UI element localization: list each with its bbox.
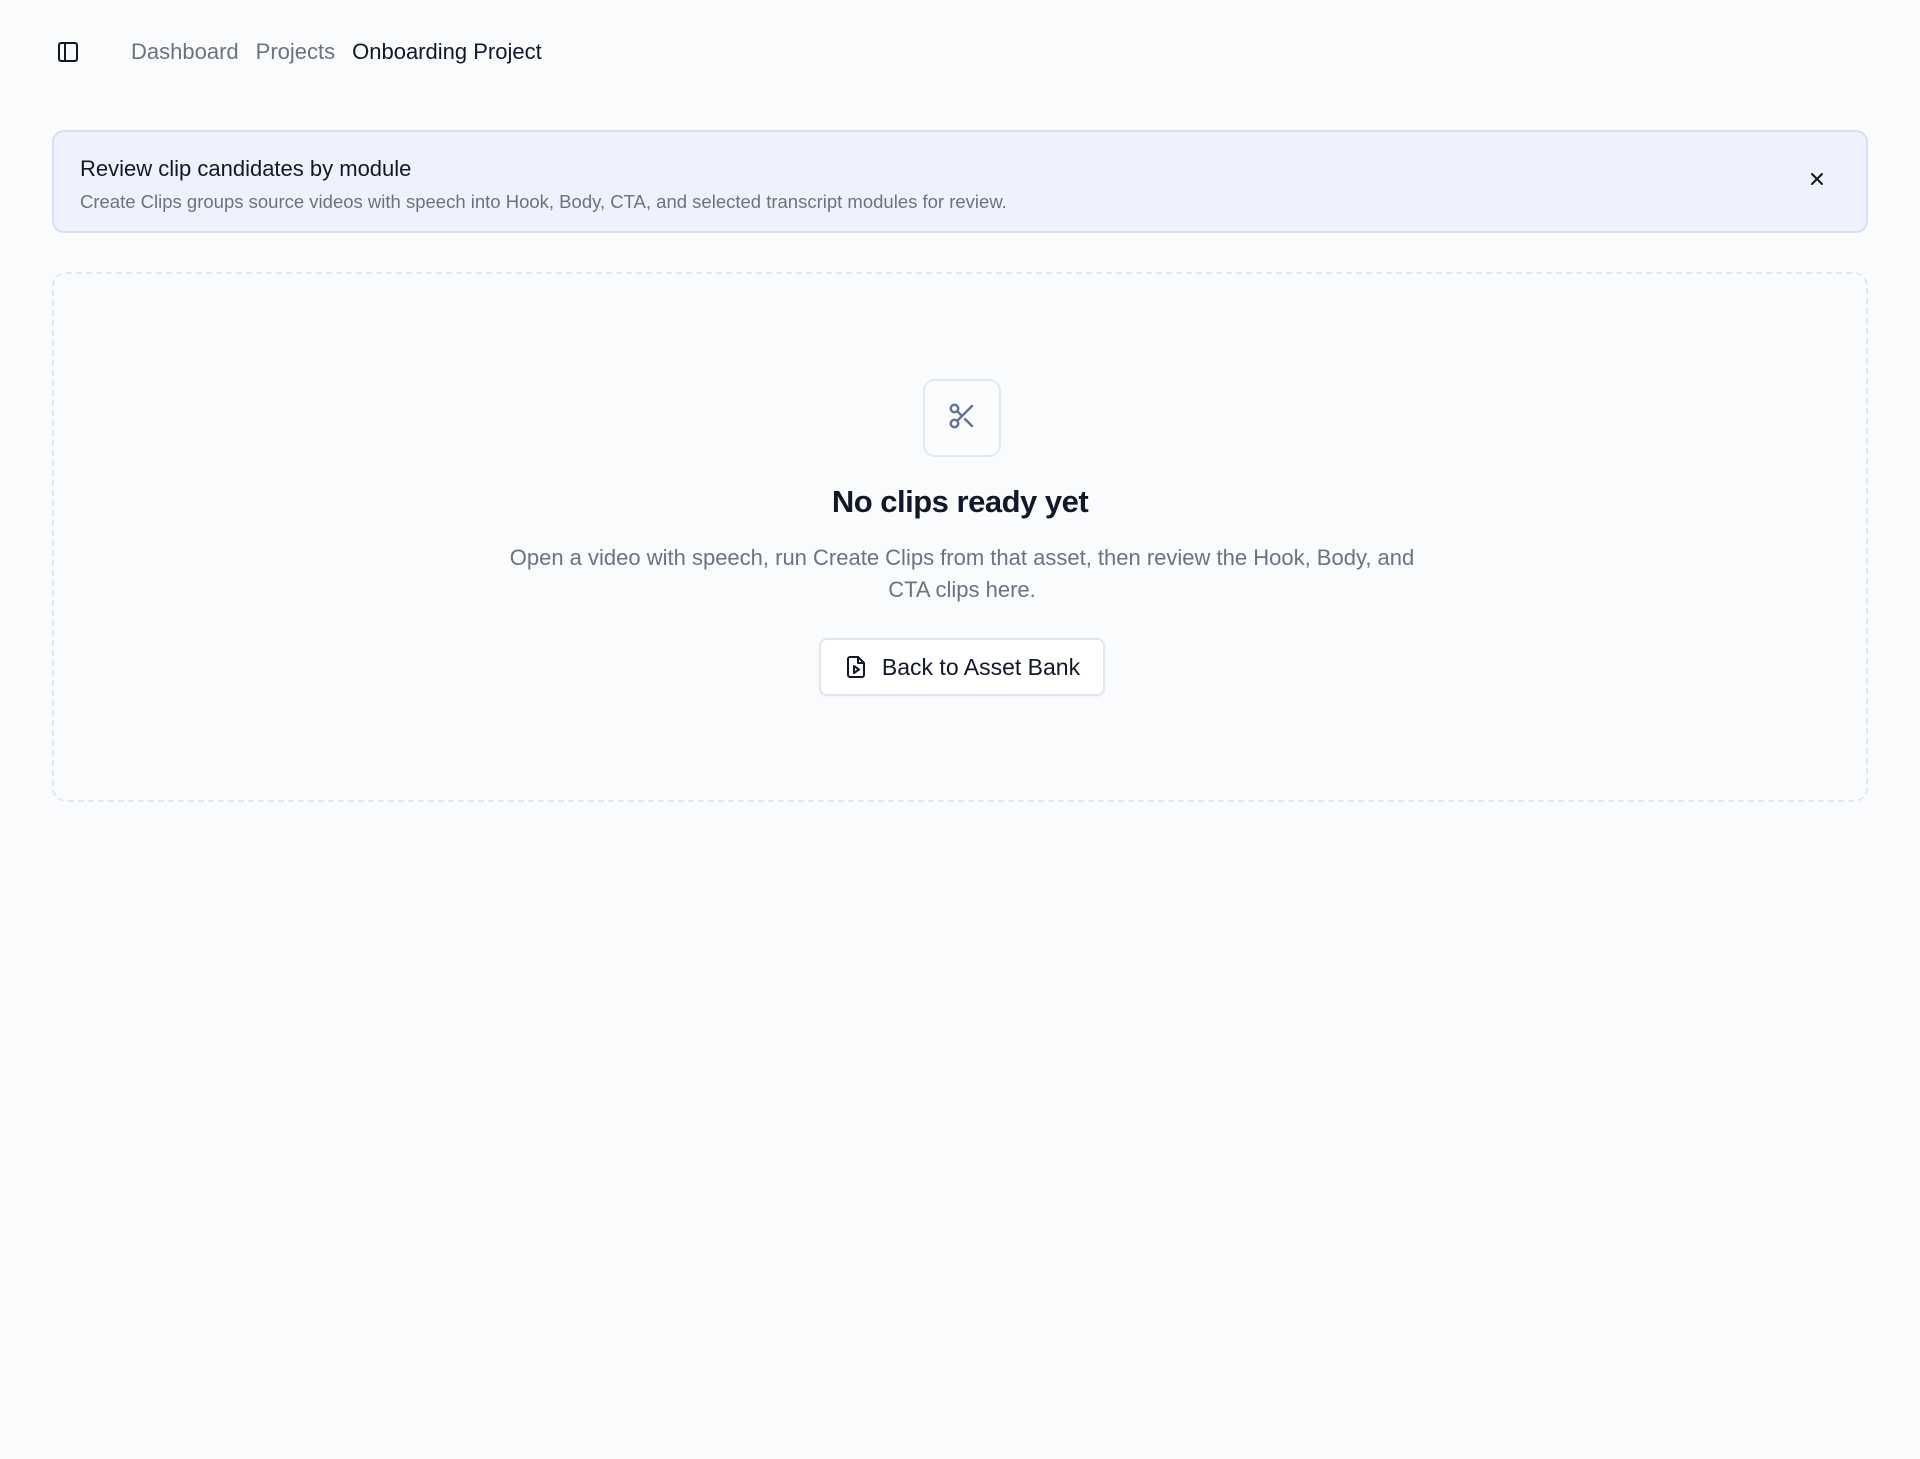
- empty-state-title: No clips ready yet: [831, 484, 1089, 519]
- banner-title: Review clip candidates by module: [80, 156, 412, 181]
- file-video-icon: [844, 655, 868, 679]
- info-banner: Review clip candidates by module Create …: [52, 130, 1868, 233]
- breadcrumb-projects[interactable]: Projects: [256, 39, 335, 65]
- scissors-icon: [947, 401, 977, 436]
- empty-state-description: Open a video with speech, run Create Cli…: [509, 545, 1415, 602]
- close-icon: [1809, 171, 1825, 192]
- empty-state-card: No clips ready yet Open a video with spe…: [52, 272, 1868, 802]
- sidebar-toggle-button[interactable]: [53, 37, 83, 67]
- banner-close-button[interactable]: [1804, 168, 1830, 194]
- top-bar: Dashboard Projects Onboarding Project: [0, 0, 1920, 104]
- back-to-asset-bank-button[interactable]: Back to Asset Bank: [819, 638, 1105, 696]
- breadcrumb-dashboard[interactable]: Dashboard: [131, 39, 239, 65]
- panel-left-icon: [56, 40, 80, 64]
- empty-state-icon-box: [923, 379, 1001, 457]
- breadcrumb-current-project: Onboarding Project: [352, 39, 542, 64]
- breadcrumb: Dashboard Projects Onboarding Project: [131, 39, 542, 65]
- back-button-label: Back to Asset Bank: [881, 653, 1081, 680]
- banner-description: Create Clips groups source videos with s…: [80, 191, 1007, 212]
